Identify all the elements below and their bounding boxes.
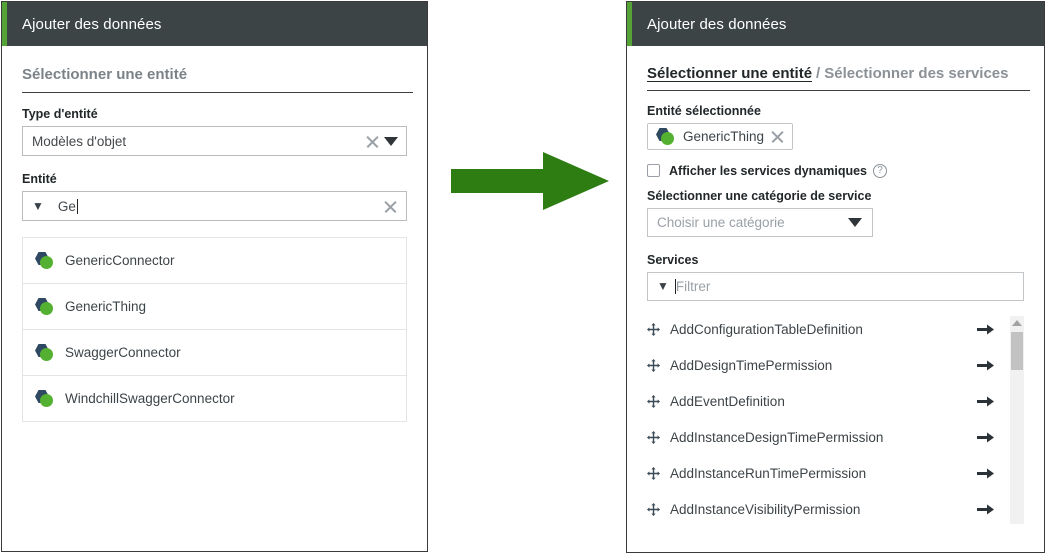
move-arrows-icon[interactable] xyxy=(647,467,660,480)
show-dynamic-services-label: Afficher les services dynamiques xyxy=(669,163,868,178)
move-arrows-icon[interactable] xyxy=(647,359,660,372)
list-item[interactable]: GenericConnector xyxy=(23,238,406,284)
service-category-label: Sélectionner une catégorie de service xyxy=(647,188,872,203)
list-item[interactable]: AddInstanceDesignTimePermission xyxy=(647,420,998,456)
thing-entity-icon xyxy=(35,390,55,408)
entity-label: Entité xyxy=(22,172,57,186)
entity-search-actions xyxy=(383,199,406,214)
scrollbar-thumb[interactable] xyxy=(1011,331,1023,370)
list-item-label: AddEventDefinition xyxy=(670,394,785,409)
selected-entity-chip[interactable]: GenericThing xyxy=(647,123,794,150)
service-category-select[interactable]: Choisir une catégorie xyxy=(647,207,873,237)
services-scrollbar[interactable] xyxy=(1010,315,1024,524)
entity-type-value: Modèles d'objet xyxy=(32,133,127,149)
right-panel-body: Sélectionner une entité / Sélectionner des… xyxy=(627,65,1044,528)
entity-search-value: Ge xyxy=(57,198,78,214)
breadcrumb-divider xyxy=(647,90,1030,91)
dialog-titlebar: Ajouter des données xyxy=(627,2,1044,46)
section-heading-select-entity: Sélectionner une entité xyxy=(22,66,188,83)
services-list-area: AddConfigurationTableDefinition AddDesig… xyxy=(647,312,1024,528)
list-item-label: AddInstanceDesignTimePermission xyxy=(670,430,884,445)
close-x-icon[interactable] xyxy=(365,134,380,149)
list-item[interactable]: WindchillSwaggerConnector xyxy=(23,376,406,422)
services-filter-placeholder: Filtrer xyxy=(674,278,711,294)
entity-type-label: Type d'entité xyxy=(22,107,98,121)
list-item-label: AddConfigurationTableDefinition xyxy=(670,322,863,337)
arrow-right-icon[interactable] xyxy=(977,359,994,372)
breadcrumb-step-select-entity[interactable]: Sélectionner une entité xyxy=(647,65,812,82)
titlebar-accent-bar xyxy=(2,2,7,46)
breadcrumb-separator: / xyxy=(816,65,821,82)
move-arrows-icon[interactable] xyxy=(647,431,660,444)
entity-type-combobox[interactable]: Modèles d'objet xyxy=(22,126,407,156)
dialog-titlebar: Ajouter des données xyxy=(2,2,427,46)
services-list: AddConfigurationTableDefinition AddDesig… xyxy=(647,312,1024,528)
close-x-icon[interactable] xyxy=(383,199,398,214)
chevron-down-icon[interactable] xyxy=(848,217,862,227)
thing-entity-icon xyxy=(35,344,55,362)
services-filter-input[interactable]: ▼ Filtrer xyxy=(647,271,1024,301)
text-cursor xyxy=(76,198,78,214)
chevron-down-icon[interactable] xyxy=(384,136,398,146)
close-x-icon[interactable] xyxy=(770,129,785,144)
add-data-dialog-right: Ajouter des données Sélectionner une ent… xyxy=(626,1,1045,553)
list-item-label: SwaggerConnector xyxy=(65,345,181,360)
thing-entity-icon xyxy=(35,298,55,316)
arrow-right-icon[interactable] xyxy=(977,395,994,408)
list-item-label: AddInstanceRunTimePermission xyxy=(670,466,867,481)
arrow-right-green-icon xyxy=(451,152,609,210)
breadcrumb-step-select-services[interactable]: Sélectionner des services xyxy=(824,65,1008,82)
left-panel-body: Sélectionner une entité Type d'entité Mo… xyxy=(2,66,427,422)
list-item-label: WindchillSwaggerConnector xyxy=(65,391,235,406)
services-label: Services xyxy=(647,252,699,267)
list-item[interactable]: SwaggerConnector xyxy=(23,330,406,376)
scroll-up-arrow-icon[interactable] xyxy=(1012,319,1022,326)
list-item-label: AddDesignTimePermission xyxy=(670,358,833,373)
list-item-label: AddInstanceVisibilityPermission xyxy=(670,502,861,517)
show-dynamic-services-checkbox[interactable] xyxy=(647,164,660,177)
list-item-label: GenericConnector xyxy=(65,253,175,268)
selected-entity-label: Entité sélectionnée xyxy=(647,104,761,118)
arrow-right-icon[interactable] xyxy=(977,503,994,516)
entity-type-actions xyxy=(365,134,406,149)
selected-entity-chip-label: GenericThing xyxy=(683,129,765,144)
filter-funnel-icon: ▼ xyxy=(32,199,44,213)
list-item-label: GenericThing xyxy=(65,299,147,314)
show-dynamic-services-row[interactable]: Afficher les services dynamiques ? xyxy=(647,163,1030,178)
dialog-title: Ajouter des données xyxy=(22,15,162,33)
dialog-title: Ajouter des données xyxy=(647,15,787,33)
arrow-right-icon[interactable] xyxy=(977,323,994,336)
arrow-right-icon[interactable] xyxy=(977,467,994,480)
entity-results-list: GenericConnector GenericThing SwaggerCon… xyxy=(22,237,407,422)
list-item[interactable]: AddEventDefinition xyxy=(647,384,998,420)
move-arrows-icon[interactable] xyxy=(647,503,660,516)
entity-search-input[interactable]: ▼ Ge xyxy=(22,191,407,221)
list-item[interactable]: AddInstanceRunTimePermission xyxy=(647,456,998,492)
list-item[interactable]: AddInstanceVisibilityPermission xyxy=(647,492,998,528)
thing-entity-icon xyxy=(656,128,676,146)
service-category-placeholder: Choisir une catégorie xyxy=(657,214,785,230)
list-item[interactable]: GenericThing xyxy=(23,284,406,330)
move-arrows-icon[interactable] xyxy=(647,395,660,408)
arrow-right-icon[interactable] xyxy=(977,431,994,444)
list-item[interactable]: AddDesignTimePermission xyxy=(647,348,998,384)
filter-funnel-icon: ▼ xyxy=(657,279,669,293)
thing-entity-icon xyxy=(35,252,55,270)
heading-divider xyxy=(22,92,413,93)
list-item[interactable]: AddConfigurationTableDefinition xyxy=(647,312,998,348)
titlebar-accent-bar xyxy=(627,2,632,46)
breadcrumb: Sélectionner une entité / Sélectionner des… xyxy=(647,65,1030,82)
add-data-dialog-left: Ajouter des données Sélectionner une ent… xyxy=(1,1,428,552)
question-mark-icon[interactable]: ? xyxy=(873,163,888,178)
move-arrows-icon[interactable] xyxy=(647,323,660,336)
